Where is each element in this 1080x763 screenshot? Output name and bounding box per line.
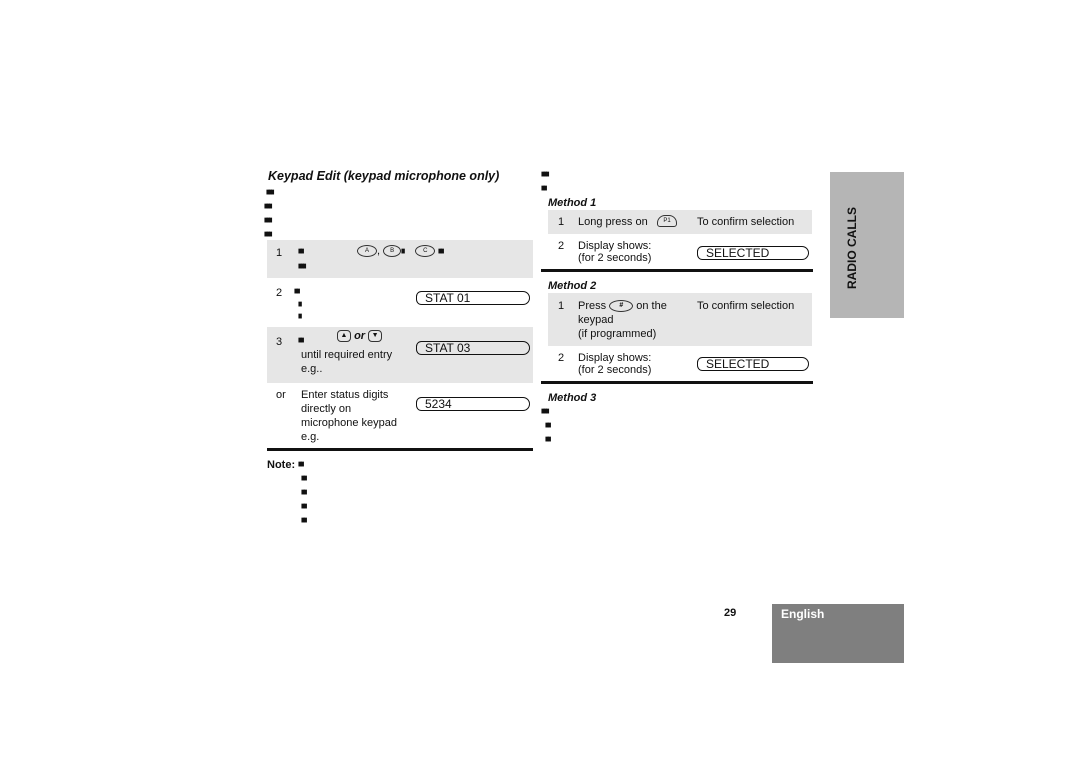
method-divider [541, 381, 813, 384]
method-3-title: Method 3 [548, 392, 597, 404]
step-number: 2 [558, 352, 565, 364]
step-text: keypad [578, 314, 614, 326]
intro-line: ■■■ [541, 169, 550, 180]
radio-calls-tab [830, 172, 904, 318]
p1-key-icon: P1 [657, 215, 677, 227]
step-number: 2 [558, 240, 565, 252]
up-arrow-key-icon: ▲ [337, 330, 351, 343]
method-3-line: ■■■ [541, 406, 550, 417]
display-readout: SELECTED [697, 246, 809, 260]
scroll-keys: ▲ or ▼ [337, 330, 383, 343]
radio-calls-label: RADIO CALLS [845, 207, 859, 289]
intro-line: ■■■ [264, 215, 273, 226]
method-1-title: Method 1 [548, 197, 597, 209]
section-title: Keypad Edit (keypad microphone only) [268, 169, 500, 183]
method-2-title: Method 2 [548, 280, 597, 292]
step-text: Enter status digits [301, 389, 389, 401]
step-text: Display shows: [578, 240, 652, 252]
intro-line: ■■■ [264, 201, 273, 212]
display-readout: STAT 03 [416, 341, 530, 355]
step-lead: ■■ [298, 335, 304, 346]
step-tail: ■■ [438, 246, 444, 257]
step-text: (if programmed) [578, 328, 657, 340]
step-text: until required entry [301, 349, 393, 361]
step-number: 2 [276, 287, 283, 299]
language-tab: English [772, 604, 904, 663]
step-text: ■■■ [298, 261, 307, 272]
display-readout: 5234 [416, 397, 530, 411]
key-c-icon: C [415, 245, 436, 258]
hash-key-icon: # [609, 300, 634, 313]
step-keys: A, B ■ C ■■ [357, 245, 445, 258]
step-text: ■■ [294, 286, 300, 297]
method-3-line: ■■ [545, 420, 551, 431]
note-line: ■■ [301, 487, 307, 498]
step-text: e.g. [301, 431, 320, 443]
on-the-label: on the [636, 300, 667, 312]
language-label: English [781, 607, 825, 621]
intro-line: ■■ [541, 183, 547, 194]
intro-line: ■■■ [266, 187, 275, 198]
press-label: Press [578, 300, 607, 312]
step-text: microphone keypad [301, 417, 398, 429]
step-text: ■ [298, 311, 302, 322]
step-number: 1 [558, 216, 565, 228]
display-readout: STAT 01 [416, 291, 530, 305]
note-line: ■■ [301, 515, 307, 526]
key-b-icon: B [383, 245, 402, 258]
step-text: (for 2 seconds) [578, 364, 652, 376]
step-result: To confirm selection [697, 216, 795, 228]
step-text: (for 2 seconds) [578, 252, 652, 264]
separator: , [377, 245, 381, 257]
section-divider [267, 448, 533, 451]
down-arrow-key-icon: ▼ [368, 330, 383, 343]
display-readout: SELECTED [697, 357, 809, 371]
step-number: 3 [276, 336, 283, 348]
page-number: 29 [724, 607, 737, 619]
key-a-icon: A [357, 245, 377, 258]
separator-text: ■ [401, 246, 405, 257]
step-text: Display shows: [578, 352, 652, 364]
method-3-line: ■■ [545, 434, 551, 445]
step-text: ■■ [298, 246, 304, 257]
note-label: Note: [267, 459, 296, 471]
step-text: e.g.. [301, 363, 323, 375]
step-number: 1 [276, 247, 283, 259]
note-line: ■■ [301, 473, 307, 484]
step-text: directly on [301, 403, 352, 415]
step-number: 1 [558, 300, 565, 312]
method-divider [541, 269, 813, 272]
note-line: ■■ [298, 459, 304, 470]
step-number: or [276, 389, 286, 401]
step-text: ■ [298, 299, 302, 310]
step-result: To confirm selection [697, 300, 795, 312]
or-label: or [354, 330, 366, 342]
step-text: Press # on the [578, 300, 667, 313]
note-line: ■■ [301, 501, 307, 512]
step-text: Long press on [578, 216, 648, 228]
